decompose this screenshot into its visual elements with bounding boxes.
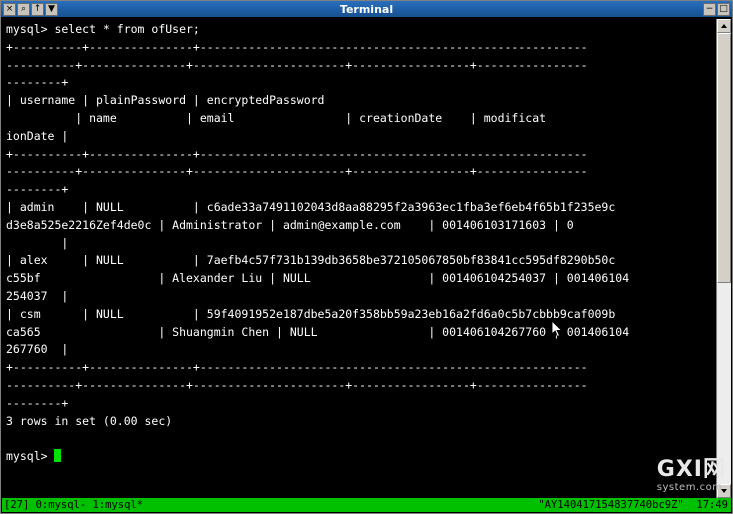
terminal-line: +----------+---------------+------------… <box>6 39 588 54</box>
terminal-line: ionDate | <box>6 128 69 143</box>
title-bar-right-buttons: − □ <box>703 2 732 16</box>
terminal-line: | admin | NULL | c6ade33a7491102043d8aa8… <box>6 199 616 214</box>
vertical-scrollbar[interactable] <box>716 19 731 498</box>
close-icon[interactable]: × <box>3 2 16 16</box>
tmux-window-list[interactable]: [27] 0:mysql- 1:mysql* <box>2 498 143 512</box>
title-bar-left-buttons: × ⌕ ↑ ▼ <box>1 2 58 16</box>
terminal-cursor <box>54 449 62 463</box>
maximize-icon[interactable]: □ <box>717 2 730 16</box>
terminal-line: d3e8a525e2216Zef4de0c | Administrator | … <box>6 217 574 232</box>
menu-down-icon[interactable]: ▼ <box>45 2 58 16</box>
terminal-body: mysql> select * from ofUser; +----------+… <box>2 19 731 498</box>
terminal-line: --------+ <box>6 182 69 197</box>
terminal-line: | name | email | creationDate | modifica… <box>6 110 547 125</box>
terminal-line: ----------+---------------+-------------… <box>6 164 588 179</box>
terminal-line: ----------+---------------+-------------… <box>6 377 588 392</box>
scrollbar-thumb[interactable] <box>717 33 731 283</box>
terminal-line: ----------+---------------+-------------… <box>6 57 588 72</box>
tmux-session-info: "AY140417154837740bc9Z" 17:49 <box>538 499 728 511</box>
scroll-up-arrow-icon[interactable] <box>717 19 731 33</box>
terminal-window: × ⌕ ↑ ▼ Terminal − □ mysql> select * fro… <box>0 0 733 514</box>
terminal-line: c55bf | Alexander Liu | NULL | 001406104… <box>6 271 630 286</box>
terminal-line: | csm | NULL | 59f4091952e187dbe5a20f358… <box>6 306 616 321</box>
terminal-line: | username | plainPassword | encryptedPa… <box>6 93 588 108</box>
terminal-line: 3 rows in set (0.00 sec) <box>6 413 173 428</box>
terminal-line: | alex | NULL | 7aefb4c57f731b139db3658b… <box>6 253 616 268</box>
title-bar[interactable]: × ⌕ ↑ ▼ Terminal − □ <box>1 1 732 18</box>
terminal-line: ca565 | Shuangmin Chen | NULL | 00140610… <box>6 324 630 339</box>
watermark-title: GXI网 <box>656 457 726 482</box>
tmux-status-bar: [27] 0:mysql- 1:mysql* "AY14041715483774… <box>2 498 731 512</box>
terminal-line: mysql> select * from ofUser; <box>6 22 200 36</box>
terminal-line: mysql> <box>6 448 716 466</box>
terminal-line: 254037 | <box>6 288 69 303</box>
terminal-line: +----------+---------------+------------… <box>6 146 588 161</box>
minimize-icon[interactable]: − <box>703 2 716 16</box>
terminal-line: --------+ <box>6 75 69 90</box>
scrollbar-track[interactable] <box>717 33 731 484</box>
watermark-subtitle: system.com <box>656 482 723 493</box>
window-title: Terminal <box>339 2 394 16</box>
terminal-line: | <box>6 235 69 250</box>
zoom-icon[interactable]: ⌕ <box>17 2 30 16</box>
terminal-output[interactable]: mysql> select * from ofUser; +----------+… <box>2 19 716 498</box>
terminal-line: --------+ <box>6 395 69 410</box>
watermark: GXI网 system.com <box>657 459 726 493</box>
shade-up-icon[interactable]: ↑ <box>31 2 44 16</box>
terminal-line: +----------+---------------+------------… <box>6 360 588 375</box>
terminal-line: 267760 | <box>6 342 69 357</box>
